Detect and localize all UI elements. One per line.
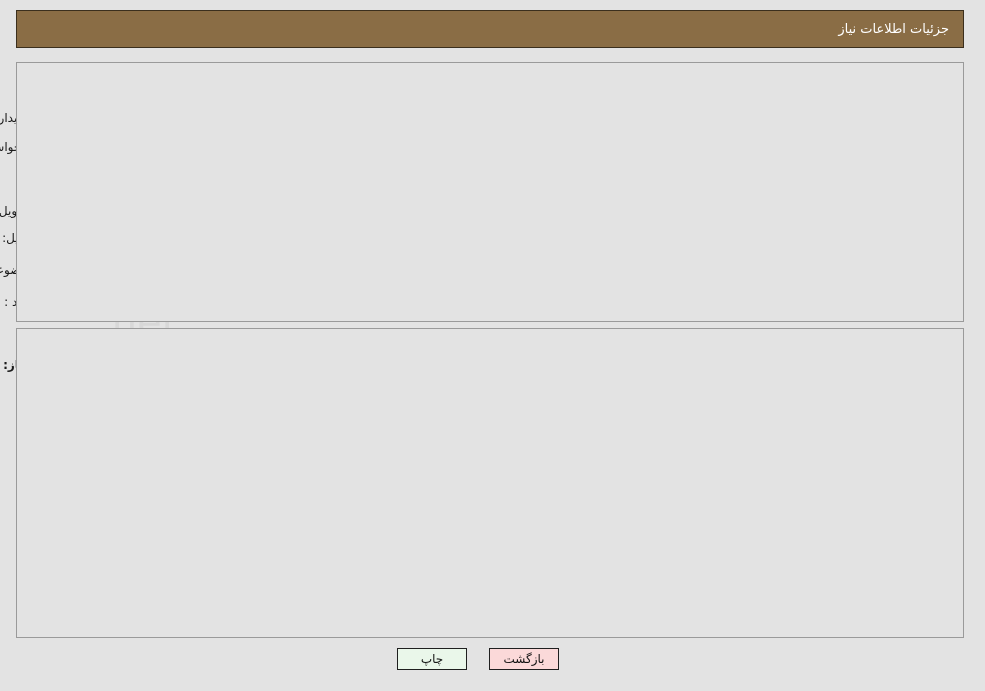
- page-title: جزئیات اطلاعات نیاز: [839, 21, 950, 37]
- back-button[interactable]: بازگشت: [490, 648, 560, 670]
- services-panel: [17, 328, 965, 638]
- print-button[interactable]: چاپ: [398, 648, 468, 670]
- page-header: جزئیات اطلاعات نیاز: [17, 10, 965, 48]
- need-info-panel: [17, 62, 965, 322]
